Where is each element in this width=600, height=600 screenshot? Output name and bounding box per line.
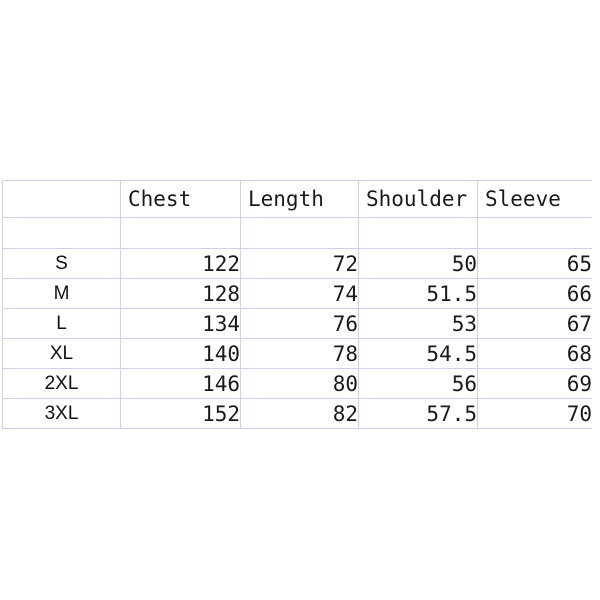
page-root: Chest Length Shoulder Sleeve S 122 72 50…: [0, 0, 600, 600]
sleeve-value-cell: 69: [477, 368, 592, 399]
spacer-length-cell: [240, 217, 359, 249]
length-value-cell: 74: [240, 278, 359, 309]
sleeve-value-cell: 65: [477, 248, 592, 279]
table-header: Chest Length Shoulder Sleeve: [2, 180, 592, 218]
table-body: S 122 72 50 65 M 128 74 51.5 66 L 134 76: [2, 217, 592, 429]
length-value-cell: 72: [240, 248, 359, 279]
chest-value-cell: 146: [120, 368, 241, 399]
chest-value-cell: 140: [120, 338, 241, 369]
column-header-length: Length: [240, 180, 359, 218]
table-row: S 122 72 50 65: [2, 248, 592, 279]
length-value-cell: 80: [240, 368, 359, 399]
size-label-cell: 3XL: [2, 398, 121, 429]
chest-value-cell: 128: [120, 278, 241, 309]
spacer-chest-cell: [120, 217, 241, 249]
size-chart-table: Chest Length Shoulder Sleeve S 122 72 50…: [2, 180, 592, 429]
sleeve-value-cell: 68: [477, 338, 592, 369]
sleeve-value-cell: 70: [477, 398, 592, 429]
size-chart-table-container: Chest Length Shoulder Sleeve S 122 72 50…: [2, 180, 592, 429]
chest-value-cell: 134: [120, 308, 241, 339]
size-label-cell: L: [2, 308, 121, 339]
spacer-sleeve-cell: [477, 217, 592, 249]
shoulder-value-cell: 54.5: [358, 338, 478, 369]
shoulder-value-cell: 51.5: [358, 278, 478, 309]
shoulder-value-cell: 53: [358, 308, 478, 339]
length-value-cell: 78: [240, 338, 359, 369]
size-label-cell: XL: [2, 338, 121, 369]
chest-value-cell: 152: [120, 398, 241, 429]
table-header-row: Chest Length Shoulder Sleeve: [2, 180, 592, 218]
spacer-shoulder-cell: [358, 217, 478, 249]
size-label-cell: S: [2, 248, 121, 279]
length-value-cell: 82: [240, 398, 359, 429]
table-spacer-row: [2, 217, 592, 249]
table-row: 3XL 152 82 57.5 70: [2, 398, 592, 429]
sleeve-value-cell: 66: [477, 278, 592, 309]
table-row: L 134 76 53 67: [2, 308, 592, 339]
column-header-sleeve: Sleeve: [477, 180, 592, 218]
table-corner-cell: [2, 180, 121, 218]
chest-value-cell: 122: [120, 248, 241, 279]
size-label-cell: M: [2, 278, 121, 309]
table-row: XL 140 78 54.5 68: [2, 338, 592, 369]
shoulder-value-cell: 56: [358, 368, 478, 399]
spacer-size-cell: [2, 217, 121, 249]
size-label-cell: 2XL: [2, 368, 121, 399]
sleeve-value-cell: 67: [477, 308, 592, 339]
length-value-cell: 76: [240, 308, 359, 339]
table-row: 2XL 146 80 56 69: [2, 368, 592, 399]
table-row: M 128 74 51.5 66: [2, 278, 592, 309]
column-header-chest: Chest: [120, 180, 241, 218]
column-header-shoulder: Shoulder: [358, 180, 478, 218]
shoulder-value-cell: 50: [358, 248, 478, 279]
shoulder-value-cell: 57.5: [358, 398, 478, 429]
